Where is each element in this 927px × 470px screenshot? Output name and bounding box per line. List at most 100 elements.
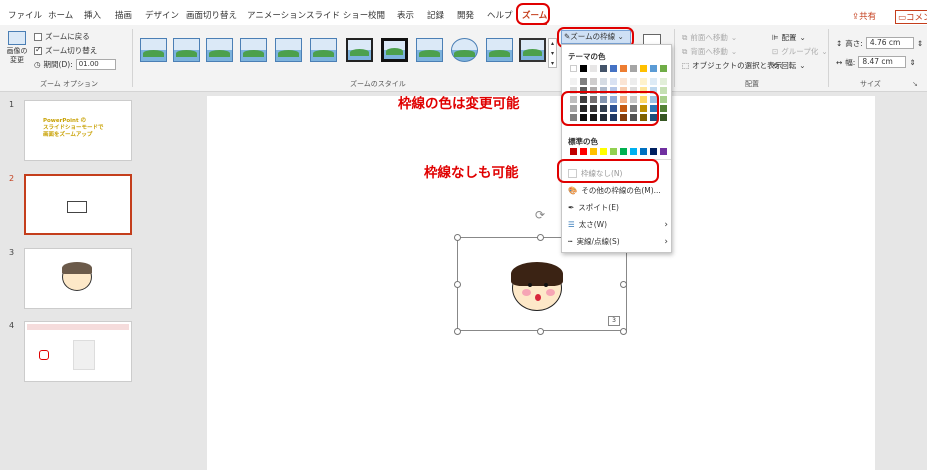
color-swatch[interactable]: [610, 148, 617, 155]
color-swatch[interactable]: [620, 65, 627, 72]
slide-thumbnail-2[interactable]: [24, 174, 132, 235]
change-image-button[interactable]: 画像の 変更: [6, 31, 28, 73]
size-dialog-launcher-icon[interactable]: ↘: [912, 80, 918, 88]
color-swatch[interactable]: [590, 78, 597, 85]
style-thumbnail[interactable]: [416, 38, 443, 62]
tab-view[interactable]: 表示: [397, 9, 414, 21]
rotate-icon: ⟲: [772, 61, 779, 70]
color-swatch[interactable]: [650, 148, 657, 155]
style-thumbnail[interactable]: [173, 38, 200, 62]
tab-animations[interactable]: アニメーション: [247, 9, 306, 21]
width-spinner-icon[interactable]: ⇕: [909, 58, 915, 67]
tab-developer[interactable]: 開発: [457, 9, 474, 21]
rotate-handle-icon[interactable]: ⟳: [535, 208, 545, 222]
color-swatch[interactable]: [640, 148, 647, 155]
tab-record[interactable]: 記録: [427, 9, 444, 21]
tab-slideshow[interactable]: スライド ショー: [306, 9, 368, 21]
duration-option: ◷ 期間(D): 01.00: [34, 59, 116, 70]
eyedropper-item[interactable]: ✒ スポイト(E): [568, 202, 668, 213]
color-swatch[interactable]: [660, 78, 667, 85]
color-swatch[interactable]: [600, 65, 607, 72]
dashes-item[interactable]: ┅ 実線/点線(S) ›: [568, 236, 668, 247]
color-swatch[interactable]: [660, 105, 667, 112]
zoom-transition-checkbox[interactable]: [34, 45, 42, 55]
color-swatch[interactable]: [590, 65, 597, 72]
resize-handle[interactable]: [537, 234, 544, 241]
rotate-button[interactable]: ⟲ 回転 ⌄: [772, 60, 806, 71]
return-to-zoom-checkbox[interactable]: [34, 32, 42, 41]
color-swatch[interactable]: [660, 96, 667, 103]
tab-draw[interactable]: 描画: [115, 9, 132, 21]
comment-button[interactable]: ▭コメン: [895, 10, 927, 24]
style-thumbnail[interactable]: [381, 38, 408, 62]
color-swatch[interactable]: [660, 148, 667, 155]
send-backward-button[interactable]: ⧉ 背面へ移動 ⌄: [682, 46, 737, 57]
more-colors-item[interactable]: 🎨 その他の枠線の色(M)...: [568, 185, 668, 196]
style-thumbnail[interactable]: [519, 38, 546, 62]
color-swatch[interactable]: [610, 78, 617, 85]
duration-input[interactable]: 01.00: [75, 59, 116, 70]
style-thumbnail[interactable]: [310, 38, 337, 62]
color-swatch[interactable]: [650, 78, 657, 85]
align-button[interactable]: ⊫ 配置 ⌄: [772, 32, 806, 43]
color-swatch[interactable]: [570, 65, 577, 72]
color-swatch[interactable]: [570, 78, 577, 85]
tab-review[interactable]: 校閲: [368, 9, 385, 21]
tab-home[interactable]: ホーム: [48, 9, 73, 21]
color-swatch[interactable]: [660, 114, 667, 121]
chevron-right-icon: ›: [664, 219, 668, 230]
zoom-transition-option[interactable]: ズーム切り替え: [34, 45, 97, 56]
resize-handle[interactable]: [454, 281, 461, 288]
color-swatch[interactable]: [620, 148, 627, 155]
color-swatch[interactable]: [590, 148, 597, 155]
bring-forward-button[interactable]: ⧉ 前面へ移動 ⌄: [682, 32, 737, 43]
resize-handle[interactable]: [454, 234, 461, 241]
weight-item[interactable]: ☰ 太さ(W) ›: [568, 219, 668, 230]
return-to-zoom-option[interactable]: ズームに戻る: [34, 31, 90, 42]
color-swatch[interactable]: [630, 65, 637, 72]
resize-handle[interactable]: [620, 281, 627, 288]
slide-thumbnail-4[interactable]: [24, 321, 132, 382]
tab-insert[interactable]: 挿入: [84, 9, 101, 21]
color-swatch[interactable]: [660, 65, 667, 72]
color-swatch[interactable]: [640, 78, 647, 85]
style-thumbnail[interactable]: [451, 38, 478, 62]
slide-thumbnail-3[interactable]: [24, 248, 132, 309]
width-input[interactable]: 8.47 cm: [858, 56, 907, 68]
share-button[interactable]: ⇪共有: [852, 10, 876, 22]
color-swatch[interactable]: [600, 148, 607, 155]
resize-handle[interactable]: [454, 328, 461, 335]
style-thumbnail[interactable]: [206, 38, 233, 62]
group-button[interactable]: ⊡ グループ化 ⌄: [772, 46, 828, 57]
color-swatch[interactable]: [580, 148, 587, 155]
slide-thumbnail-1[interactable]: PowerPoint の スライドショーモードで 画面をズームアップ: [24, 100, 132, 161]
style-thumbnail[interactable]: [275, 38, 302, 62]
color-swatch[interactable]: [640, 65, 647, 72]
resize-handle[interactable]: [537, 328, 544, 335]
color-swatch[interactable]: [600, 78, 607, 85]
color-swatch[interactable]: [630, 148, 637, 155]
height-input[interactable]: 4.76 cm: [865, 37, 914, 49]
selection-pane-button[interactable]: ⬚ オブジェクトの選択と表示: [682, 60, 782, 71]
color-swatch[interactable]: [610, 65, 617, 72]
color-swatch[interactable]: [650, 65, 657, 72]
gallery-scroll[interactable]: ▴ ▾ ▾: [548, 38, 557, 68]
color-swatch[interactable]: [660, 87, 667, 94]
style-thumbnail[interactable]: [346, 38, 373, 62]
style-thumbnail[interactable]: [240, 38, 267, 62]
resize-handle[interactable]: [620, 328, 627, 335]
zoom-border-menu: テーマの色 標準の色 枠線なし(N) 🎨 その他の枠線の色(M)... ✒ スポイト…: [561, 44, 672, 253]
tab-transitions[interactable]: 画面切り替え: [186, 9, 237, 21]
color-swatch[interactable]: [580, 65, 587, 72]
width-field: ↔ 幅: 8.47 cm ⇕: [836, 56, 916, 68]
color-swatch[interactable]: [580, 78, 587, 85]
color-swatch[interactable]: [570, 148, 577, 155]
style-thumbnail[interactable]: [140, 38, 167, 62]
height-spinner-icon[interactable]: ⇕: [917, 39, 923, 48]
color-swatch[interactable]: [630, 78, 637, 85]
tab-design[interactable]: デザイン: [145, 9, 179, 21]
tab-file[interactable]: ファイル: [8, 9, 42, 21]
style-thumbnail[interactable]: [486, 38, 513, 62]
tab-help[interactable]: ヘルプ: [487, 9, 513, 21]
color-swatch[interactable]: [620, 78, 627, 85]
